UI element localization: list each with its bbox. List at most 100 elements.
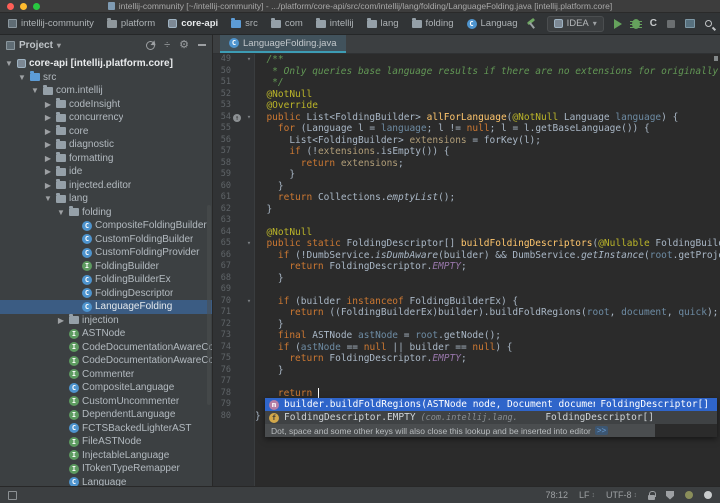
code-line[interactable]: 64 @NotNull: [213, 227, 720, 239]
breadcrumb-item-core-api[interactable]: core-api: [168, 18, 218, 29]
collapse-all-icon[interactable]: ÷: [164, 40, 170, 51]
run-configuration-select[interactable]: IDEA ▾: [547, 16, 604, 32]
tree-item-core-api[interactable]: ▼core-api [intellij.platform.core]: [0, 57, 212, 71]
tool-window-switcher-icon[interactable]: [8, 491, 17, 500]
code-line[interactable]: 51 */: [213, 77, 720, 89]
tree-item-codeinsight[interactable]: ▶codeInsight: [0, 98, 212, 112]
code-line[interactable]: 60 }: [213, 181, 720, 193]
code-line[interactable]: 72 }: [213, 319, 720, 331]
code-line[interactable]: 62 }: [213, 204, 720, 216]
chevron-right-icon[interactable]: ▶: [43, 100, 53, 109]
run-icon[interactable]: [614, 19, 622, 29]
code-line[interactable]: 77: [213, 376, 720, 388]
coverage-icon[interactable]: C: [650, 19, 657, 29]
scrollbar-marker[interactable]: [714, 56, 718, 61]
code-line[interactable]: 58 return extensions;: [213, 158, 720, 170]
tree-item-com.intellij[interactable]: ▼com.intellij: [0, 84, 212, 98]
search-icon[interactable]: [705, 20, 712, 27]
code-line[interactable]: 61 return Collections.emptyList();: [213, 192, 720, 204]
tree-item-commenter[interactable]: ICommenter: [0, 368, 212, 382]
code-line[interactable]: 70▾ if (builder instanceof FoldingBuilde…: [213, 296, 720, 308]
tree-item-itokentyperemapper[interactable]: IITokenTypeRemapper: [0, 462, 212, 476]
code-line[interactable]: 56 List<FoldingBuilder> extensions = for…: [213, 135, 720, 147]
tree-item-foldingdescriptor[interactable]: CFoldingDescriptor: [0, 287, 212, 301]
fold-marker[interactable]: ▾: [243, 238, 255, 250]
notifications-icon[interactable]: [704, 491, 712, 499]
build-hammer-icon[interactable]: [526, 18, 537, 29]
tree-item-formatting[interactable]: ▶formatting: [0, 152, 212, 166]
breadcrumb-item-intellij[interactable]: intellij: [316, 18, 354, 29]
code-line[interactable]: 63: [213, 215, 720, 227]
chevron-right-icon[interactable]: ▶: [43, 167, 53, 176]
chevron-right-icon[interactable]: ▶: [43, 127, 53, 136]
close-window-button[interactable]: [7, 3, 14, 10]
tree-item-customfoldingprovider[interactable]: CCustomFoldingProvider: [0, 246, 212, 260]
code-line[interactable]: 54↑▾ public List<FoldingBuilder> allForL…: [213, 112, 720, 124]
tree-item-fctsbackedlighterast[interactable]: CFCTSBackedLighterAST: [0, 422, 212, 436]
fold-marker[interactable]: ▾: [243, 54, 255, 66]
tree-item-folding[interactable]: ▼folding: [0, 206, 212, 220]
gear-icon[interactable]: ⚙: [179, 40, 189, 51]
encoding-select[interactable]: UTF-8↕: [606, 490, 637, 500]
tree-item-codedocumentationawareco[interactable]: ICodeDocumentationAwareCo: [0, 354, 212, 368]
breadcrumb-item-languagefolding[interactable]: CLanguageFolding: [467, 18, 518, 29]
code-line[interactable]: 53 @Override: [213, 100, 720, 112]
chevron-down-icon[interactable]: ▼: [30, 86, 40, 95]
sync-icon[interactable]: [146, 41, 155, 50]
code-editor[interactable]: 49▾ /**50 * Only queries base language r…: [213, 54, 720, 486]
stop-icon[interactable]: [667, 20, 675, 28]
chevron-right-icon[interactable]: ▶: [43, 113, 53, 122]
tree-item-injection[interactable]: ▶injection: [0, 314, 212, 328]
breadcrumb-item-src[interactable]: src: [231, 18, 258, 29]
tree-item-languagefolding[interactable]: CLanguageFolding: [0, 300, 212, 314]
chevron-down-icon[interactable]: ▼: [17, 73, 27, 82]
lock-icon[interactable]: [648, 495, 655, 500]
breadcrumb-item-com[interactable]: com: [271, 18, 303, 29]
debug-bug-icon[interactable]: [632, 19, 640, 29]
completion-item[interactable]: fFoldingDescriptor.EMPTY (com.intellij.l…: [265, 411, 717, 424]
fold-marker[interactable]: ▾: [243, 112, 255, 124]
chevron-right-icon[interactable]: ▶: [56, 316, 66, 325]
override-method-icon[interactable]: ↑: [233, 114, 241, 122]
tree-item-ide[interactable]: ▶ide: [0, 165, 212, 179]
code-line[interactable]: 67 return FoldingDescriptor.EMPTY;: [213, 261, 720, 273]
project-structure-icon[interactable]: [685, 19, 695, 28]
code-line[interactable]: 69: [213, 284, 720, 296]
breadcrumb-item-intellij-community[interactable]: intellij-community: [8, 18, 94, 29]
chevron-down-icon[interactable]: ▼: [43, 194, 53, 203]
code-line[interactable]: 75 return FoldingDescriptor.EMPTY;: [213, 353, 720, 365]
tree-item-codedocumentationawareco[interactable]: ICodeDocumentationAwareCo: [0, 341, 212, 355]
tree-item-foldingbuilderex[interactable]: CFoldingBuilderEx: [0, 273, 212, 287]
code-line[interactable]: 57 if (!extensions.isEmpty()) {: [213, 146, 720, 158]
code-line[interactable]: 73 final ASTNode astNode = root.getNode(…: [213, 330, 720, 342]
chevron-right-icon[interactable]: ▶: [43, 181, 53, 190]
tree-item-foldingbuilder[interactable]: IFoldingBuilder: [0, 260, 212, 274]
chevron-down-icon[interactable]: ▼: [4, 59, 14, 68]
fold-marker[interactable]: ▾: [243, 296, 255, 308]
tree-item-lang[interactable]: ▼lang: [0, 192, 212, 206]
chevron-down-icon[interactable]: ▼: [56, 208, 66, 217]
completion-item[interactable]: mbuilder.buildFoldRegions(ASTNode node, …: [265, 398, 717, 411]
tree-item-diagnostic[interactable]: ▶diagnostic: [0, 138, 212, 152]
breadcrumb-item-folding[interactable]: folding: [412, 18, 454, 29]
tree-item-injectablelanguage[interactable]: IInjectableLanguage: [0, 449, 212, 463]
completion-hint-more-link[interactable]: >>: [595, 426, 608, 435]
tree-item-language[interactable]: CLanguage: [0, 476, 212, 487]
tree-item-compositelanguage[interactable]: CCompositeLanguage: [0, 381, 212, 395]
code-line[interactable]: 76 }: [213, 365, 720, 377]
code-line[interactable]: 66 if (!DumbService.isDumbAware(builder)…: [213, 250, 720, 262]
line-separator-select[interactable]: LF↕: [579, 490, 595, 500]
project-panel-title-dropdown[interactable]: Project ▾: [6, 40, 61, 51]
tree-item-concurrency[interactable]: ▶concurrency: [0, 111, 212, 125]
caret-position[interactable]: 78:12: [545, 490, 568, 500]
tree-item-customfoldingbuilder[interactable]: CCustomFoldingBuilder: [0, 233, 212, 247]
tree-item-fileastnode[interactable]: IFileASTNode: [0, 435, 212, 449]
chevron-right-icon[interactable]: ▶: [43, 140, 53, 149]
code-line[interactable]: 59 }: [213, 169, 720, 181]
tree-scrollbar[interactable]: [207, 205, 211, 405]
tree-item-compositefoldingbuilder[interactable]: CCompositeFoldingBuilder: [0, 219, 212, 233]
code-line[interactable]: 68 }: [213, 273, 720, 285]
inspections-shield-icon[interactable]: [666, 491, 674, 500]
breadcrumb-item-platform[interactable]: platform: [107, 18, 155, 29]
code-line[interactable]: 71 return ((FoldingBuilderEx)builder).bu…: [213, 307, 720, 319]
